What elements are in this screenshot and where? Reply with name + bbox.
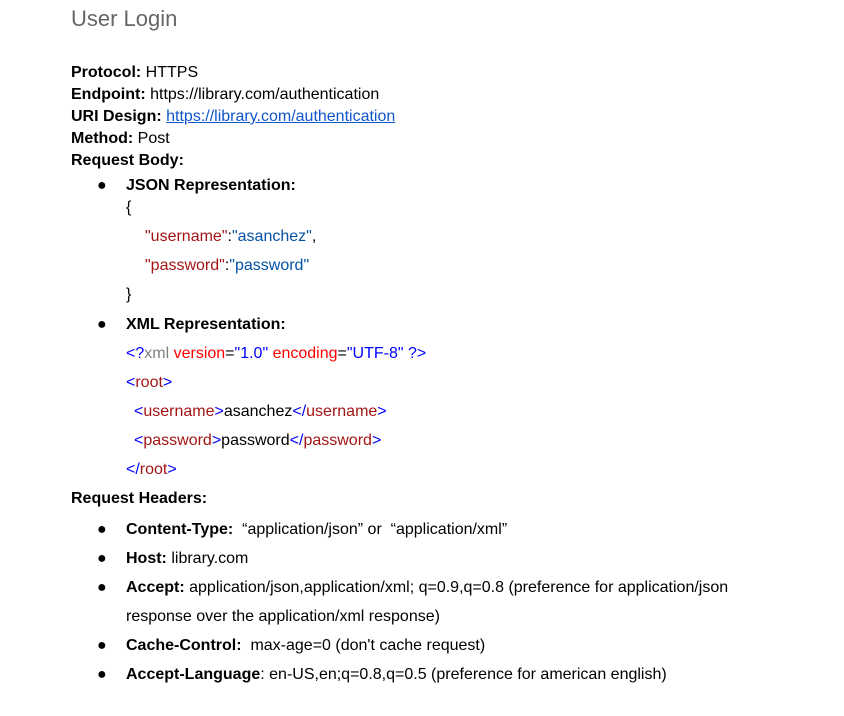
header-value: max-age=0 (don't cache request) (241, 637, 486, 654)
xml-root-open: <root> (126, 374, 173, 391)
xml-password-open-tag: password (143, 432, 212, 449)
bullet-icon: ● (97, 637, 107, 654)
xml-representation-label: XML Representation: (126, 316, 286, 333)
header-name: Cache-Control: (126, 637, 242, 654)
bullet-icon: ● (97, 579, 107, 596)
method-value: Post (137, 130, 170, 147)
bullet-icon: ● (97, 316, 107, 333)
xml-root-tag: root (135, 374, 163, 391)
json-username-value: "asanchez" (231, 228, 312, 245)
request-headers-heading: Request Headers: (71, 490, 208, 507)
xml-root-close-tag: root (139, 461, 168, 478)
header-name: Accept: (126, 579, 185, 596)
xml-decl-version-attr: version (169, 345, 226, 362)
xml-username-element: <username>asanchez</username> (134, 403, 387, 420)
header-content-type: Content-Type: “application/json” or “app… (126, 520, 507, 540)
protocol-line: Protocol: HTTPS (71, 63, 198, 83)
header-value: “application/json” or “application/xml” (233, 521, 508, 538)
xml-decl-close: ?> (403, 345, 427, 362)
json-username-key: "username" (145, 228, 228, 245)
header-host: Host: library.com (126, 549, 248, 569)
page-title: User Login (71, 6, 178, 31)
header-accept-language: Accept-Language: en-US,en;q=0.8,q=0.5 (p… (126, 665, 667, 685)
protocol-value: HTTPS (145, 64, 199, 81)
header-cache-control: Cache-Control: max-age=0 (don't cache re… (126, 636, 485, 656)
xml-password-close-tag: password (303, 432, 372, 449)
xml-declaration: <?xml version="1.0" encoding="UTF-8" ?> (126, 345, 427, 362)
json-open-brace: { (126, 199, 132, 216)
bullet-icon: ● (97, 521, 107, 538)
xml-decl-open: <? (126, 345, 145, 362)
uri-design-line: URI Design: https://library.com/authenti… (71, 107, 395, 127)
endpoint-line: Endpoint: https://library.com/authentica… (71, 85, 379, 105)
request-body-heading: Request Body: (71, 152, 184, 169)
bullet-icon: ● (97, 666, 107, 683)
document-page: User Login Protocol: HTTPS Endpoint: htt… (0, 0, 844, 716)
json-password-value: "password" (229, 257, 310, 274)
uri-design-label: URI Design: (71, 108, 162, 125)
xml-password-value: password (221, 432, 290, 449)
method-label: Method: (71, 130, 134, 147)
method-line: Method: Post (71, 129, 170, 149)
json-password-line: "password":"password" (145, 257, 310, 274)
xml-username-open-tag: username (143, 403, 215, 420)
protocol-label: Protocol: (71, 64, 142, 81)
header-name: Host: (126, 550, 167, 567)
header-accept: Accept: application/json,application/xml… (126, 578, 728, 598)
xml-password-element: <password>password</password> (134, 432, 382, 449)
bullet-icon: ● (97, 550, 107, 567)
json-username-line: "username":"asanchez", (145, 228, 317, 245)
uri-design-link[interactable]: https://library.com/authentication (166, 108, 395, 125)
xml-decl-encoding-attr: encoding (268, 345, 338, 362)
xml-decl-version-value: "1.0" (234, 345, 269, 362)
header-value: application/json,application/xml; q=0.9,… (184, 579, 729, 596)
json-close-brace: } (126, 286, 132, 303)
json-representation-label: JSON Representation: (126, 177, 296, 194)
header-value: library.com (166, 550, 249, 567)
xml-root-close: </root> (126, 461, 177, 478)
header-name: Content-Type: (126, 521, 234, 538)
xml-decl-name: xml (144, 345, 170, 362)
header-name: Accept-Language (126, 666, 261, 683)
bullet-icon: ● (97, 177, 107, 194)
endpoint-label: Endpoint: (71, 86, 146, 103)
xml-username-value: asanchez (223, 403, 293, 420)
xml-decl-encoding-value: "UTF-8" (346, 345, 404, 362)
endpoint-value: https://library.com/authentication (150, 86, 380, 103)
header-accept-continuation: response over the application/xml respon… (126, 608, 440, 625)
xml-username-close-tag: username (306, 403, 378, 420)
header-value: : en-US,en;q=0.8,q=0.5 (preference for a… (260, 666, 667, 683)
json-password-key: "password" (145, 257, 225, 274)
